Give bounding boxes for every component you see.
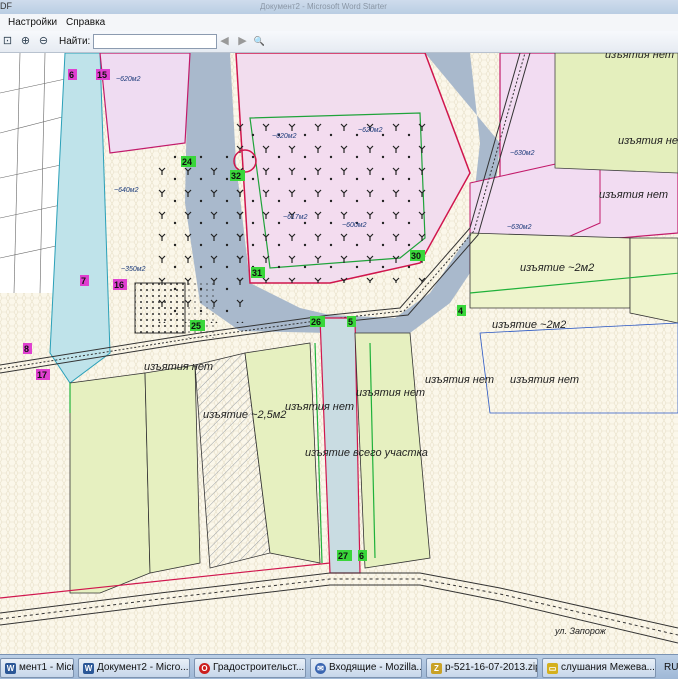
svg-text:6: 6 <box>69 70 74 80</box>
task-opera[interactable]: O Градостроительст... <box>194 658 306 678</box>
svg-text:~620м2: ~620м2 <box>358 127 383 134</box>
svg-text:26: 26 <box>311 317 321 327</box>
svg-text:16: 16 <box>114 280 124 290</box>
title-bar: DF Документ2 - Microsoft Word Starter <box>0 0 678 14</box>
map-canvas: 6 15 24 32 16 7 31 30 4 26 5 25 8 17 27 … <box>0 53 678 654</box>
zoom-in-icon[interactable]: ⊕ <box>19 35 32 48</box>
find-label: Найти: <box>59 36 91 47</box>
svg-text:24: 24 <box>182 157 192 167</box>
search-options-icon[interactable]: 🔍 <box>253 35 266 48</box>
svg-text:изъятие ~2м2: изъятие ~2м2 <box>492 319 566 331</box>
svg-text:изъятия нет: изъятия нет <box>599 189 668 201</box>
svg-text:32: 32 <box>231 171 241 181</box>
svg-text:15: 15 <box>97 70 107 80</box>
svg-text:~620м2: ~620м2 <box>272 133 297 140</box>
svg-text:5: 5 <box>348 317 353 327</box>
cadastral-map[interactable]: 6 15 24 32 16 7 31 30 4 26 5 25 8 17 27 … <box>0 53 678 654</box>
svg-text:~630м2: ~630м2 <box>507 224 532 231</box>
svg-text:изъятие всего участка: изъятие всего участка <box>305 447 428 459</box>
svg-text:изъятия нет: изъятия нет <box>425 374 494 386</box>
svg-text:25: 25 <box>191 321 201 331</box>
word-icon: W <box>83 663 94 674</box>
svg-text:4: 4 <box>458 306 463 316</box>
svg-text:6: 6 <box>359 551 364 561</box>
svg-text:~600м2: ~600м2 <box>342 222 367 229</box>
app-label: DF <box>0 1 12 11</box>
menu-bar: Настройки Справка <box>0 14 678 32</box>
task-document2[interactable]: W Документ2 - Micro... <box>78 658 190 678</box>
svg-text:30: 30 <box>411 251 421 261</box>
svg-text:8: 8 <box>24 344 29 354</box>
menu-settings[interactable]: Настройки <box>8 17 57 28</box>
zip-icon: Z <box>431 663 442 674</box>
svg-text:изъятие ~2,5м2: изъятие ~2,5м2 <box>203 409 286 421</box>
svg-text:изъятия нет: изъятия нет <box>618 135 678 147</box>
svg-text:изъятия нет: изъятия нет <box>285 401 354 413</box>
svg-text:7: 7 <box>81 276 86 286</box>
taskbar: Wмент1 - Micro... WДокумент2 - Micro... … <box>0 654 678 679</box>
opera-icon: O <box>199 663 210 674</box>
window-title: Документ2 - Microsoft Word Starter <box>260 2 387 11</box>
language-indicator[interactable]: RU <box>664 662 678 673</box>
prev-icon[interactable]: ◀ <box>218 35 231 48</box>
svg-text:ул. Запорож: ул. Запорож <box>554 626 607 636</box>
menu-help[interactable]: Справка <box>66 17 105 28</box>
svg-text:изъятия нет: изъятия нет <box>356 387 425 399</box>
find-input[interactable] <box>93 34 217 49</box>
task-thunderbird[interactable]: ✉ Входящие - Mozilla... <box>310 658 422 678</box>
thunderbird-icon: ✉ <box>315 663 326 674</box>
svg-text:~620м2: ~620м2 <box>116 76 141 83</box>
toolbar: ⊡ ⊕ ⊖ Найти: ◀ ▶ 🔍 <box>0 31 678 53</box>
zoom-out-icon[interactable]: ⊖ <box>37 35 50 48</box>
svg-text:~640м2: ~640м2 <box>114 187 139 194</box>
word-icon: W <box>5 663 16 674</box>
svg-text:~350м2: ~350м2 <box>121 266 146 273</box>
task-document1[interactable]: Wмент1 - Micro... <box>0 658 74 678</box>
fit-page-icon[interactable]: ⊡ <box>1 35 14 48</box>
svg-text:~630м2: ~630м2 <box>510 150 535 157</box>
svg-text:изъятие ~2м2: изъятие ~2м2 <box>520 262 594 274</box>
task-explorer[interactable]: ▭ слушания Межева... <box>542 658 656 678</box>
svg-text:изъятия нет: изъятия нет <box>510 374 579 386</box>
svg-text:~617м2: ~617м2 <box>283 214 308 221</box>
svg-text:изъятия нет: изъятия нет <box>605 53 674 61</box>
explorer-icon: ▭ <box>547 663 558 674</box>
task-zip[interactable]: Zp-521-16-07-2013.zip <box>426 658 538 678</box>
svg-text:31: 31 <box>252 268 262 278</box>
svg-text:изъятия нет: изъятия нет <box>144 361 213 373</box>
svg-text:27: 27 <box>338 551 348 561</box>
svg-text:17: 17 <box>37 370 47 380</box>
next-icon[interactable]: ▶ <box>236 35 249 48</box>
